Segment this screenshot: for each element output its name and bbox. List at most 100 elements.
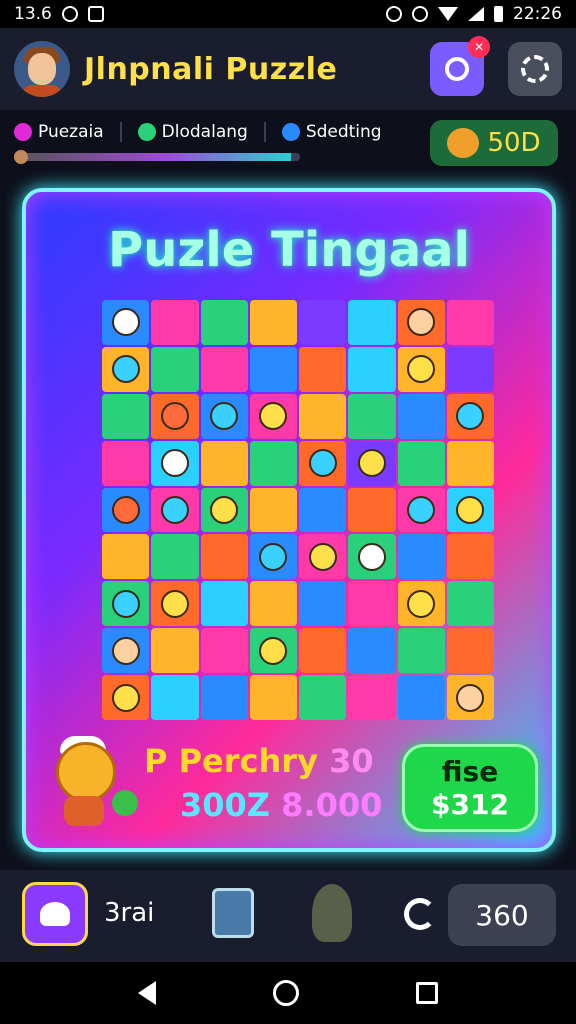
puzzle-piece[interactable] [299, 393, 347, 439]
puzzle-piece[interactable] [446, 346, 494, 392]
puzzle-piece[interactable] [249, 628, 297, 674]
puzzle-piece[interactable] [446, 487, 494, 533]
puzzle-piece[interactable] [102, 440, 150, 486]
avatar[interactable] [14, 41, 70, 97]
puzzle-piece[interactable] [348, 581, 396, 627]
puzzle-piece[interactable] [299, 487, 347, 533]
puzzle-piece[interactable] [102, 346, 150, 392]
puzzle-piece[interactable] [299, 300, 347, 345]
character-icon [456, 495, 485, 524]
puzzle-piece[interactable] [200, 487, 248, 533]
puzzle-piece[interactable] [397, 440, 445, 486]
puzzle-piece[interactable] [102, 534, 150, 580]
puzzle-piece[interactable] [151, 581, 199, 627]
puzzle-piece[interactable] [397, 487, 445, 533]
puzzle-piece[interactable] [151, 346, 199, 392]
puzzle-piece[interactable] [151, 487, 199, 533]
home-button[interactable] [22, 882, 88, 946]
puzzle-piece[interactable] [397, 534, 445, 580]
tab-category-1[interactable]: Puezaia [14, 122, 104, 142]
puzzle-piece[interactable] [348, 534, 396, 580]
puzzle-piece[interactable] [397, 675, 445, 720]
price-button[interactable]: fise $312 [402, 744, 538, 832]
puzzle-piece[interactable] [151, 675, 199, 720]
puzzle-piece[interactable] [200, 534, 248, 580]
puzzle-piece[interactable] [348, 675, 396, 720]
puzzle-piece[interactable] [299, 675, 347, 720]
puzzle-piece[interactable] [249, 300, 297, 345]
puzzle-piece[interactable] [200, 628, 248, 674]
puzzle-piece[interactable] [200, 393, 248, 439]
puzzle-piece[interactable] [200, 346, 248, 392]
puzzle-piece[interactable] [151, 628, 199, 674]
count-button[interactable]: 360 [448, 884, 556, 946]
puzzle-piece[interactable] [299, 440, 347, 486]
price-value: $312 [431, 788, 509, 821]
puzzle-piece[interactable] [151, 440, 199, 486]
puzzle-piece[interactable] [102, 628, 150, 674]
tab-category-3[interactable]: Sdedting [281, 122, 382, 142]
puzzle-piece[interactable] [348, 300, 396, 345]
puzzle-piece[interactable] [249, 675, 297, 720]
puzzle-piece[interactable] [446, 675, 494, 720]
coin-balance[interactable]: 50D [430, 120, 558, 166]
puzzle-piece[interactable] [102, 675, 150, 720]
recent-apps-icon[interactable] [415, 982, 438, 1004]
puzzle-piece[interactable] [397, 581, 445, 627]
document-icon[interactable] [212, 888, 254, 938]
puzzle-piece[interactable] [249, 534, 297, 580]
puzzle-piece[interactable] [446, 300, 494, 345]
puzzle-piece[interactable] [397, 628, 445, 674]
puzzle-piece[interactable] [151, 534, 199, 580]
puzzle-piece[interactable] [200, 300, 248, 345]
puzzle-piece[interactable] [299, 581, 347, 627]
signal-icon [468, 7, 484, 21]
puzzle-grid [102, 300, 494, 720]
puzzle-piece[interactable] [102, 581, 150, 627]
page-title: Jlnpnali Puzzle [84, 51, 338, 87]
tab-category-2[interactable]: Dlodalang [137, 122, 248, 142]
puzzle-piece[interactable] [151, 393, 199, 439]
character-icon[interactable] [312, 884, 352, 942]
character-icon [160, 495, 189, 524]
reward-title-text: P Perchry [144, 742, 318, 780]
character-icon [456, 402, 485, 431]
puzzle-piece[interactable] [348, 393, 396, 439]
puzzle-piece[interactable] [249, 346, 297, 392]
status-bar: 13.6 22:26 [0, 0, 576, 28]
puzzle-piece[interactable] [151, 300, 199, 345]
puzzle-piece[interactable] [102, 393, 150, 439]
puzzle-piece[interactable] [249, 440, 297, 486]
puzzle-piece[interactable] [348, 628, 396, 674]
puzzle-piece[interactable] [249, 581, 297, 627]
puzzle-piece[interactable] [446, 440, 494, 486]
puzzle-piece[interactable] [299, 534, 347, 580]
puzzle-piece[interactable] [397, 300, 445, 345]
puzzle-piece[interactable] [200, 440, 248, 486]
puzzle-piece[interactable] [446, 534, 494, 580]
puzzle-piece[interactable] [299, 346, 347, 392]
progress-knob[interactable] [14, 150, 28, 164]
puzzle-piece[interactable] [397, 346, 445, 392]
refresh-icon[interactable] [404, 898, 436, 930]
puzzle-piece[interactable] [249, 393, 297, 439]
puzzle-piece[interactable] [200, 581, 248, 627]
puzzle-piece[interactable] [446, 628, 494, 674]
puzzle-piece[interactable] [446, 581, 494, 627]
chat-button[interactable]: ✕ [430, 36, 490, 96]
puzzle-piece[interactable] [348, 346, 396, 392]
settings-button[interactable] [508, 42, 562, 96]
puzzle-piece[interactable] [102, 487, 150, 533]
puzzle-piece[interactable] [446, 393, 494, 439]
puzzle-piece[interactable] [102, 300, 150, 345]
puzzle-piece[interactable] [397, 393, 445, 439]
puzzle-piece[interactable] [348, 440, 396, 486]
puzzle-piece[interactable] [348, 487, 396, 533]
puzzle-piece[interactable] [249, 487, 297, 533]
puzzle-piece[interactable] [200, 675, 248, 720]
home-icon[interactable] [272, 980, 299, 1006]
back-icon[interactable] [138, 981, 157, 1005]
reward-value-b: 8.000 [281, 786, 383, 824]
puzzle-piece[interactable] [299, 628, 347, 674]
character-icon [308, 542, 337, 571]
